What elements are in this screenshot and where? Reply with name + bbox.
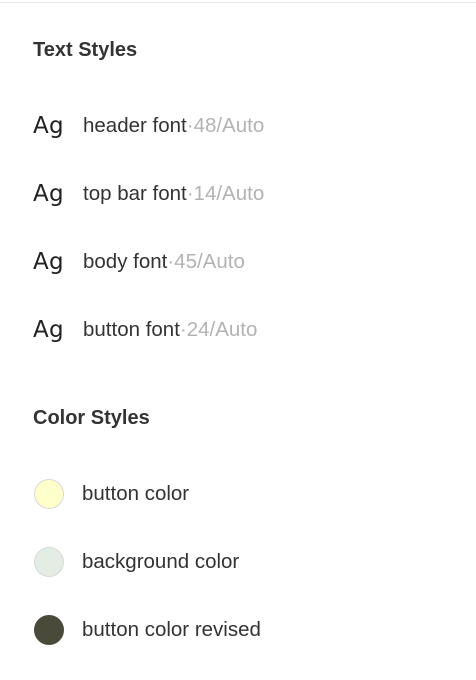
color-style-button-color[interactable]: button color (33, 479, 189, 509)
color-style-name: button color (82, 482, 190, 505)
text-style-icon: Ag (33, 317, 64, 343)
color-style-background-color[interactable]: background color (33, 547, 239, 577)
color-style-button-color-revised[interactable]: button color revised (33, 615, 261, 645)
color-swatch (34, 615, 64, 645)
text-style-name: button font (83, 318, 180, 341)
text-style-icon: Ag (33, 113, 64, 139)
text-style-size: 48/Auto (193, 114, 265, 137)
color-swatch (34, 479, 64, 509)
text-style-size: 45/Auto (174, 250, 245, 273)
color-style-name: button color revised (82, 618, 261, 641)
text-styles-heading: Text Styles (33, 39, 138, 61)
text-style-separator: · (179, 318, 187, 341)
color-swatch (34, 547, 64, 577)
text-style-top-bar-font[interactable]: Ag top bar font · 14/Auto (33, 179, 264, 209)
text-style-name: body font (83, 250, 168, 273)
text-style-size: 24/Auto (186, 318, 258, 341)
text-style-button-font[interactable]: Ag button font · 24/Auto (33, 315, 257, 345)
text-style-name: header font (83, 114, 187, 137)
color-styles-heading: Color Styles (33, 407, 150, 429)
text-style-separator: · (186, 182, 194, 205)
text-style-separator: · (186, 114, 194, 137)
text-style-body-font[interactable]: Ag body font · 45/Auto (33, 247, 245, 277)
color-style-name: background color (82, 550, 240, 573)
text-style-icon: Ag (33, 249, 64, 275)
top-divider (0, 0, 476, 3)
text-style-separator: · (167, 250, 175, 273)
text-style-size: 14/Auto (193, 182, 265, 205)
text-style-header-font[interactable]: Ag header font · 48/Auto (33, 111, 264, 141)
text-style-name: top bar font (83, 182, 187, 205)
text-style-icon: Ag (33, 181, 64, 207)
